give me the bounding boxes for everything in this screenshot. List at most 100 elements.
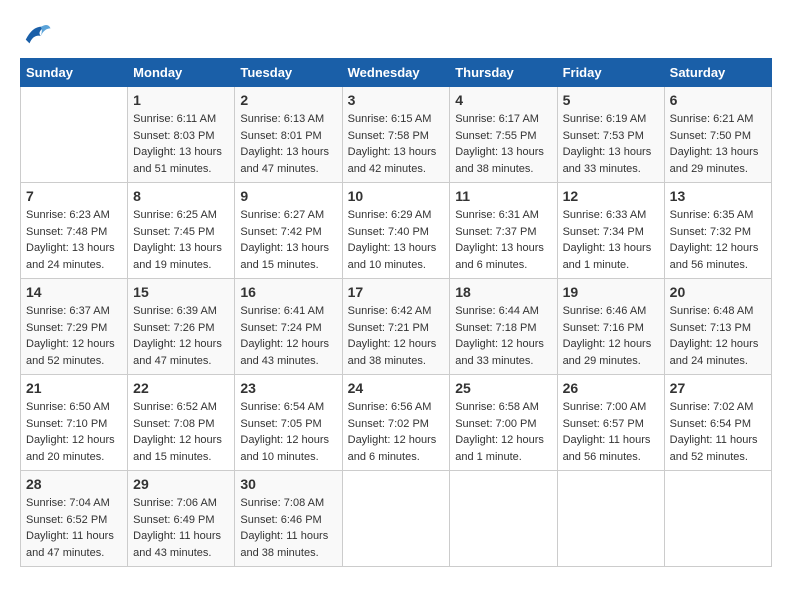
calendar-cell: 22 Sunrise: 6:52 AMSunset: 7:08 PMDayligh… bbox=[128, 375, 235, 471]
day-number: 12 bbox=[563, 188, 659, 204]
weekday-header-tuesday: Tuesday bbox=[235, 59, 342, 87]
day-info: Sunrise: 6:11 AMSunset: 8:03 PMDaylight:… bbox=[133, 111, 229, 177]
day-info: Sunrise: 6:27 AMSunset: 7:42 PMDaylight:… bbox=[240, 207, 336, 273]
calendar-cell: 29 Sunrise: 7:06 AMSunset: 6:49 PMDayligh… bbox=[128, 471, 235, 567]
day-number: 20 bbox=[670, 284, 766, 300]
day-number: 6 bbox=[670, 92, 766, 108]
calendar-cell bbox=[450, 471, 557, 567]
calendar-cell: 19Sunrise: 6:46 AMSunset: 7:16 PMDayligh… bbox=[557, 279, 664, 375]
calendar-cell: 11 Sunrise: 6:31 AMSunset: 7:37 PMDayligh… bbox=[450, 183, 557, 279]
day-info: Sunrise: 6:33 AMSunset: 7:34 PMDaylight:… bbox=[563, 207, 659, 273]
day-number: 2 bbox=[240, 92, 336, 108]
week-row-1: 1 Sunrise: 6:11 AMSunset: 8:03 PMDaylight… bbox=[21, 87, 772, 183]
day-number: 4 bbox=[455, 92, 551, 108]
weekday-header-saturday: Saturday bbox=[664, 59, 771, 87]
day-number: 27 bbox=[670, 380, 766, 396]
day-number: 28 bbox=[26, 476, 122, 492]
calendar-cell: 17Sunrise: 6:42 AMSunset: 7:21 PMDayligh… bbox=[342, 279, 450, 375]
day-number: 14 bbox=[26, 284, 122, 300]
day-info: Sunrise: 6:23 AMSunset: 7:48 PMDaylight:… bbox=[26, 207, 122, 273]
weekday-header-row: SundayMondayTuesdayWednesdayThursdayFrid… bbox=[21, 59, 772, 87]
calendar-cell: 7 Sunrise: 6:23 AMSunset: 7:48 PMDaylight… bbox=[21, 183, 128, 279]
day-info: Sunrise: 6:50 AMSunset: 7:10 PMDaylight:… bbox=[26, 399, 122, 465]
day-info: Sunrise: 6:54 AMSunset: 7:05 PMDaylight:… bbox=[240, 399, 336, 465]
day-number: 18 bbox=[455, 284, 551, 300]
calendar-cell bbox=[342, 471, 450, 567]
day-info: Sunrise: 7:02 AMSunset: 6:54 PMDaylight:… bbox=[670, 399, 766, 465]
calendar-cell: 20 Sunrise: 6:48 AMSunset: 7:13 PMDayligh… bbox=[664, 279, 771, 375]
day-info: Sunrise: 6:29 AMSunset: 7:40 PMDaylight:… bbox=[348, 207, 445, 273]
day-number: 16 bbox=[240, 284, 336, 300]
day-info: Sunrise: 6:52 AMSunset: 7:08 PMDaylight:… bbox=[133, 399, 229, 465]
day-number: 11 bbox=[455, 188, 551, 204]
calendar-cell: 24 Sunrise: 6:56 AMSunset: 7:02 PMDayligh… bbox=[342, 375, 450, 471]
week-row-2: 7 Sunrise: 6:23 AMSunset: 7:48 PMDaylight… bbox=[21, 183, 772, 279]
day-number: 22 bbox=[133, 380, 229, 396]
day-number: 26 bbox=[563, 380, 659, 396]
calendar-cell: 9Sunrise: 6:27 AMSunset: 7:42 PMDaylight… bbox=[235, 183, 342, 279]
day-info: Sunrise: 7:00 AMSunset: 6:57 PMDaylight:… bbox=[563, 399, 659, 465]
calendar-cell: 26 Sunrise: 7:00 AMSunset: 6:57 PMDayligh… bbox=[557, 375, 664, 471]
calendar-cell: 4Sunrise: 6:17 AMSunset: 7:55 PMDaylight… bbox=[450, 87, 557, 183]
day-number: 25 bbox=[455, 380, 551, 396]
calendar-cell: 6 Sunrise: 6:21 AMSunset: 7:50 PMDaylight… bbox=[664, 87, 771, 183]
day-info: Sunrise: 6:13 AMSunset: 8:01 PMDaylight:… bbox=[240, 111, 336, 177]
day-number: 24 bbox=[348, 380, 445, 396]
calendar-cell: 10Sunrise: 6:29 AMSunset: 7:40 PMDayligh… bbox=[342, 183, 450, 279]
weekday-header-monday: Monday bbox=[128, 59, 235, 87]
day-info: Sunrise: 6:35 AMSunset: 7:32 PMDaylight:… bbox=[670, 207, 766, 273]
calendar-cell: 15 Sunrise: 6:39 AMSunset: 7:26 PMDayligh… bbox=[128, 279, 235, 375]
weekday-header-sunday: Sunday bbox=[21, 59, 128, 87]
day-info: Sunrise: 6:46 AMSunset: 7:16 PMDaylight:… bbox=[563, 303, 659, 369]
calendar-cell: 23 Sunrise: 6:54 AMSunset: 7:05 PMDayligh… bbox=[235, 375, 342, 471]
calendar-cell: 5 Sunrise: 6:19 AMSunset: 7:53 PMDaylight… bbox=[557, 87, 664, 183]
day-number: 30 bbox=[240, 476, 336, 492]
day-number: 23 bbox=[240, 380, 336, 396]
day-info: Sunrise: 6:19 AMSunset: 7:53 PMDaylight:… bbox=[563, 111, 659, 177]
logo bbox=[20, 20, 52, 48]
day-number: 8 bbox=[133, 188, 229, 204]
day-number: 1 bbox=[133, 92, 229, 108]
day-info: Sunrise: 6:56 AMSunset: 7:02 PMDaylight:… bbox=[348, 399, 445, 465]
day-number: 13 bbox=[670, 188, 766, 204]
calendar-cell: 3Sunrise: 6:15 AMSunset: 7:58 PMDaylight… bbox=[342, 87, 450, 183]
calendar-cell: 8 Sunrise: 6:25 AMSunset: 7:45 PMDaylight… bbox=[128, 183, 235, 279]
day-info: Sunrise: 7:04 AMSunset: 6:52 PMDaylight:… bbox=[26, 495, 122, 561]
day-info: Sunrise: 6:21 AMSunset: 7:50 PMDaylight:… bbox=[670, 111, 766, 177]
calendar-cell: 21 Sunrise: 6:50 AMSunset: 7:10 PMDayligh… bbox=[21, 375, 128, 471]
day-info: Sunrise: 6:31 AMSunset: 7:37 PMDaylight:… bbox=[455, 207, 551, 273]
calendar-cell: 28 Sunrise: 7:04 AMSunset: 6:52 PMDayligh… bbox=[21, 471, 128, 567]
day-number: 7 bbox=[26, 188, 122, 204]
calendar-cell: 25 Sunrise: 6:58 AMSunset: 7:00 PMDayligh… bbox=[450, 375, 557, 471]
calendar-cell: 16 Sunrise: 6:41 AMSunset: 7:24 PMDayligh… bbox=[235, 279, 342, 375]
day-number: 5 bbox=[563, 92, 659, 108]
calendar-cell: 18 Sunrise: 6:44 AMSunset: 7:18 PMDayligh… bbox=[450, 279, 557, 375]
calendar-cell: 27 Sunrise: 7:02 AMSunset: 6:54 PMDayligh… bbox=[664, 375, 771, 471]
day-number: 15 bbox=[133, 284, 229, 300]
page-header bbox=[20, 20, 772, 48]
calendar-table: SundayMondayTuesdayWednesdayThursdayFrid… bbox=[20, 58, 772, 567]
day-info: Sunrise: 7:06 AMSunset: 6:49 PMDaylight:… bbox=[133, 495, 229, 561]
day-number: 29 bbox=[133, 476, 229, 492]
week-row-3: 14Sunrise: 6:37 AMSunset: 7:29 PMDayligh… bbox=[21, 279, 772, 375]
week-row-4: 21 Sunrise: 6:50 AMSunset: 7:10 PMDayligh… bbox=[21, 375, 772, 471]
day-info: Sunrise: 6:25 AMSunset: 7:45 PMDaylight:… bbox=[133, 207, 229, 273]
logo-bird-icon bbox=[22, 20, 52, 48]
calendar-cell: 1 Sunrise: 6:11 AMSunset: 8:03 PMDaylight… bbox=[128, 87, 235, 183]
day-info: Sunrise: 6:48 AMSunset: 7:13 PMDaylight:… bbox=[670, 303, 766, 369]
day-info: Sunrise: 6:58 AMSunset: 7:00 PMDaylight:… bbox=[455, 399, 551, 465]
day-info: Sunrise: 6:41 AMSunset: 7:24 PMDaylight:… bbox=[240, 303, 336, 369]
day-info: Sunrise: 6:39 AMSunset: 7:26 PMDaylight:… bbox=[133, 303, 229, 369]
calendar-cell bbox=[21, 87, 128, 183]
calendar-cell bbox=[557, 471, 664, 567]
calendar-cell bbox=[664, 471, 771, 567]
weekday-header-thursday: Thursday bbox=[450, 59, 557, 87]
week-row-5: 28 Sunrise: 7:04 AMSunset: 6:52 PMDayligh… bbox=[21, 471, 772, 567]
day-info: Sunrise: 6:44 AMSunset: 7:18 PMDaylight:… bbox=[455, 303, 551, 369]
day-info: Sunrise: 6:42 AMSunset: 7:21 PMDaylight:… bbox=[348, 303, 445, 369]
day-info: Sunrise: 7:08 AMSunset: 6:46 PMDaylight:… bbox=[240, 495, 336, 561]
weekday-header-friday: Friday bbox=[557, 59, 664, 87]
day-number: 3 bbox=[348, 92, 445, 108]
day-number: 21 bbox=[26, 380, 122, 396]
calendar-cell: 14Sunrise: 6:37 AMSunset: 7:29 PMDayligh… bbox=[21, 279, 128, 375]
